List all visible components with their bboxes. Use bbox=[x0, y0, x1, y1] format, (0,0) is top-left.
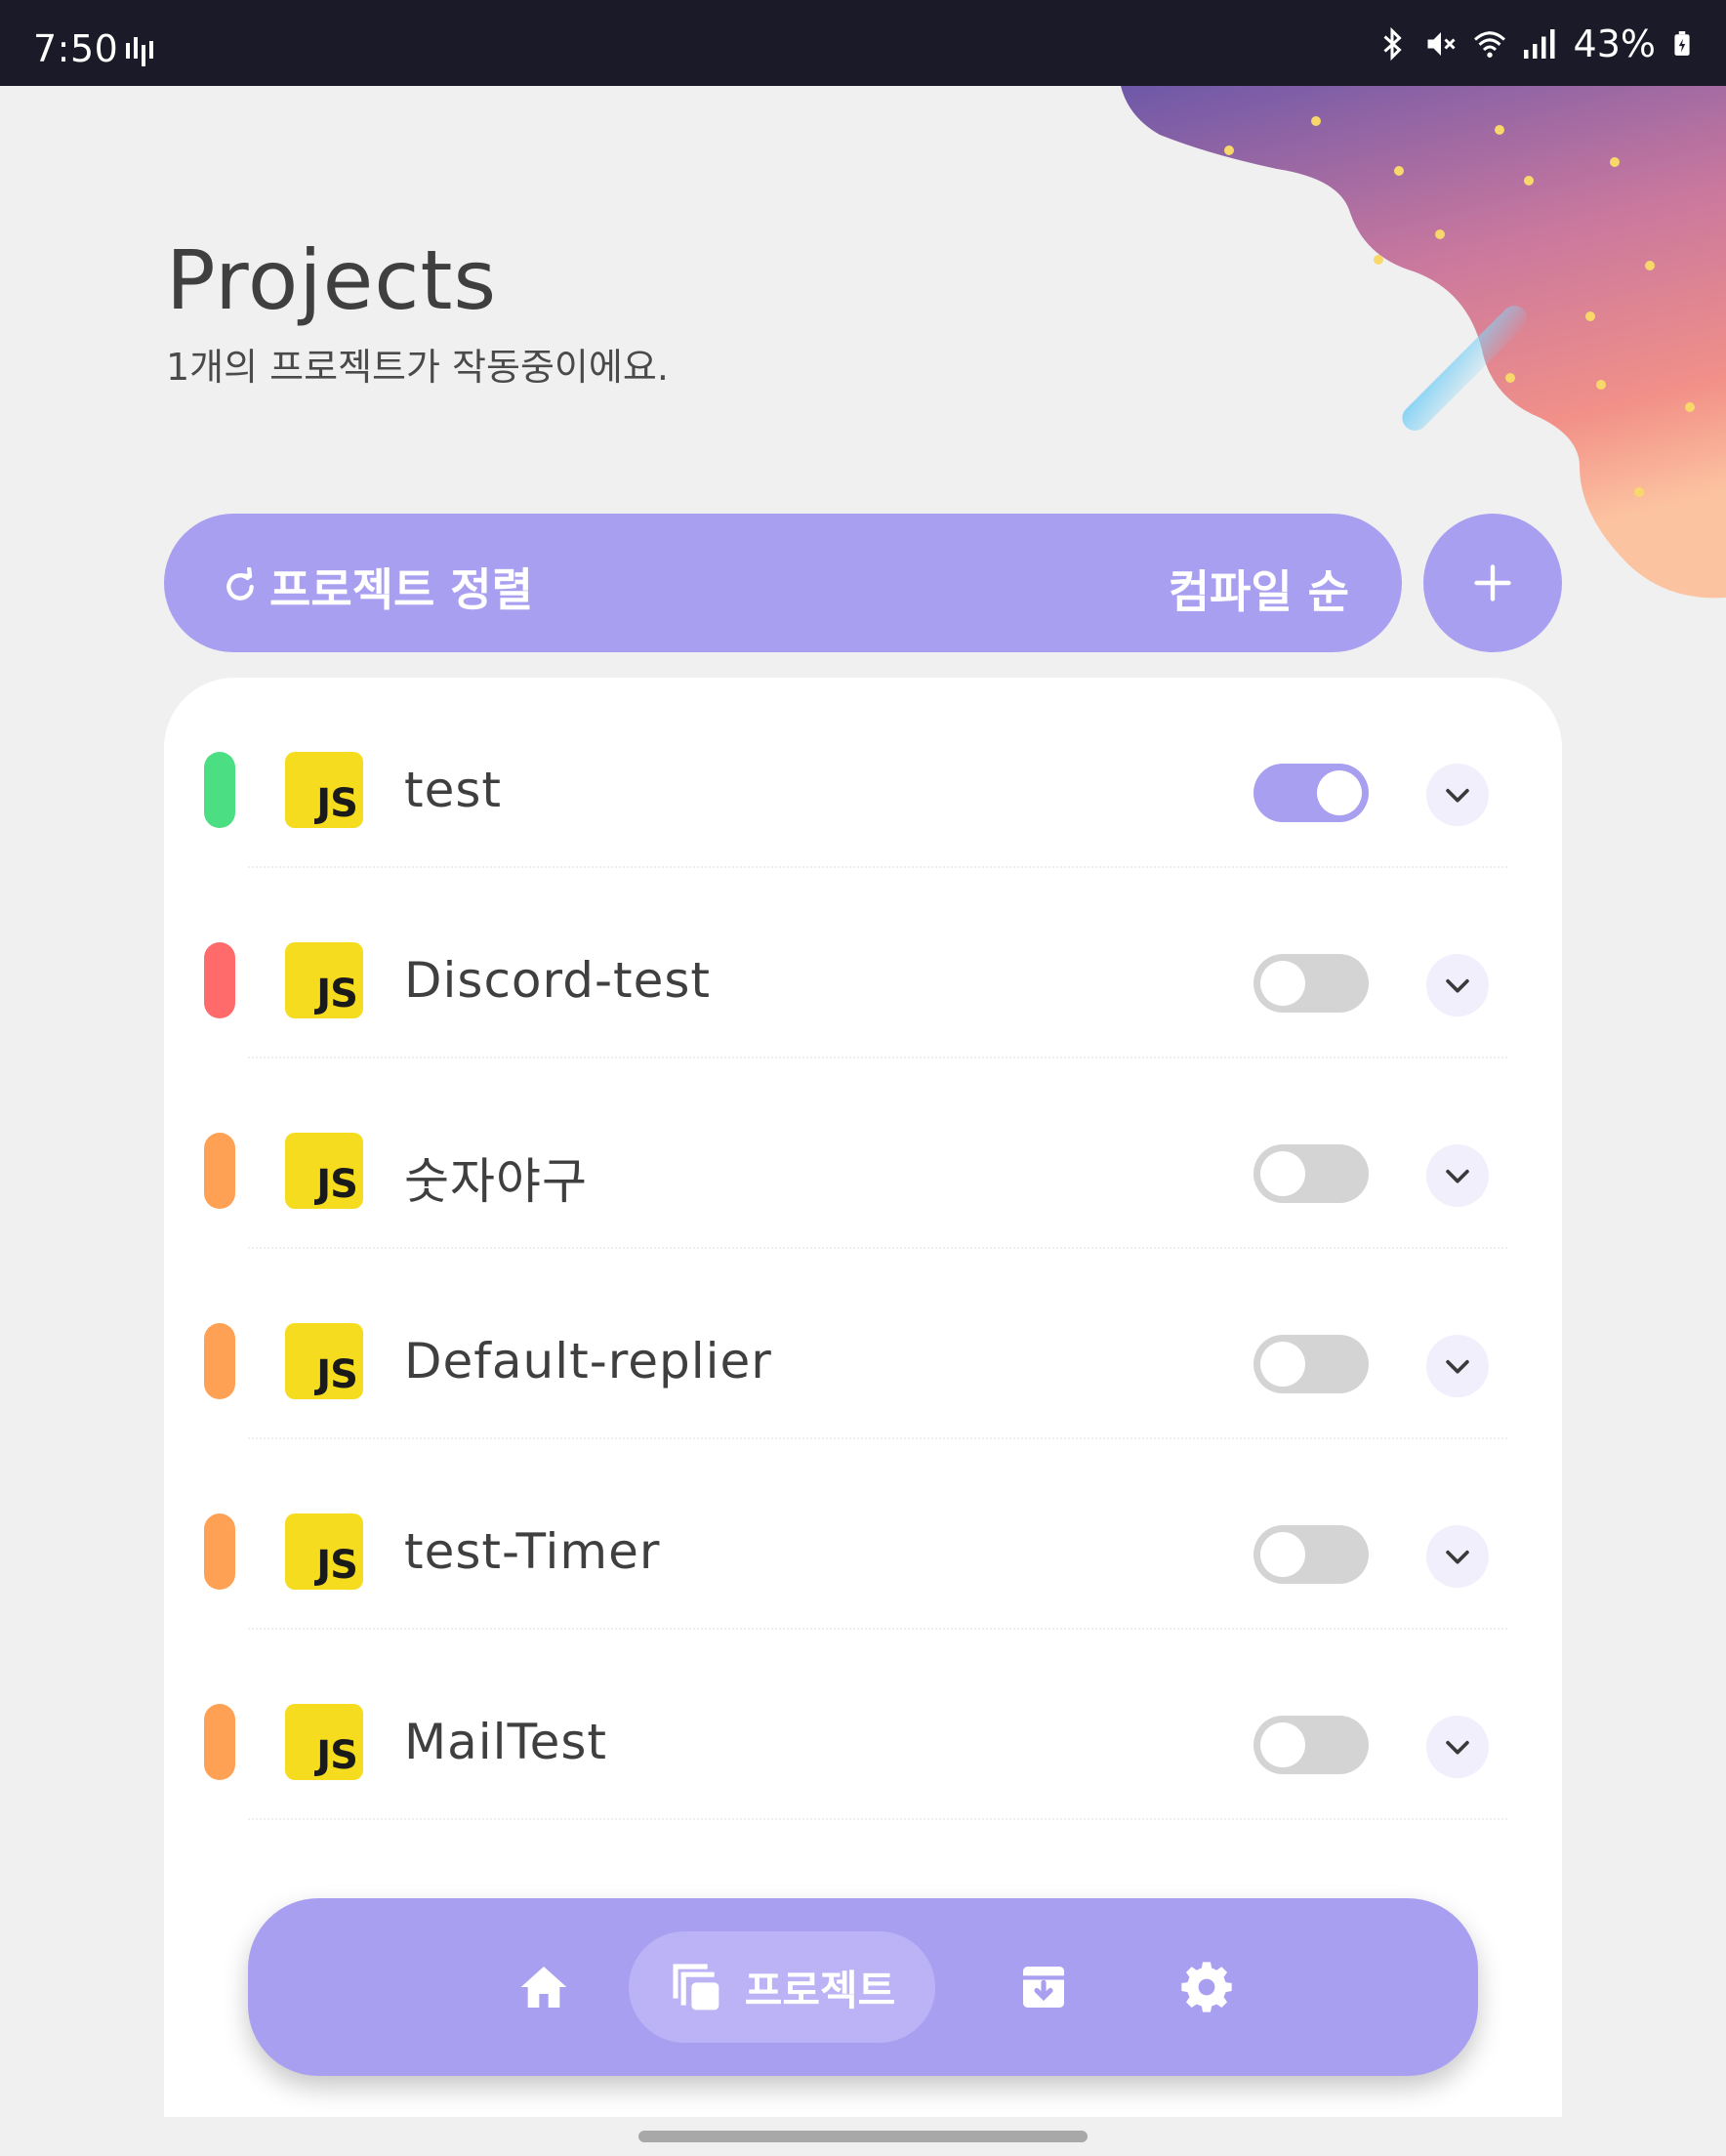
toggle-knob bbox=[1260, 1532, 1305, 1577]
bottom-navigation: 프로젝트 bbox=[248, 1898, 1478, 2076]
settings-icon bbox=[1181, 1962, 1232, 2012]
sort-projects-button[interactable]: 프로젝트 정렬 컴파일 순 bbox=[164, 514, 1402, 652]
project-name: 숫자야구 bbox=[404, 1153, 588, 1210]
expand-button[interactable] bbox=[1426, 764, 1489, 826]
project-name: MailTest bbox=[404, 1714, 608, 1770]
sort-mode: 컴파일 순 bbox=[1168, 565, 1349, 618]
language-label: JS bbox=[316, 1352, 358, 1397]
toggle-knob bbox=[1260, 1342, 1305, 1387]
project-status-indicator bbox=[204, 1133, 235, 1209]
sort-label: 프로젝트 정렬 bbox=[269, 563, 533, 616]
plus-icon bbox=[1474, 564, 1511, 601]
wifi-icon bbox=[1473, 31, 1505, 58]
expand-button[interactable] bbox=[1426, 1525, 1489, 1588]
project-status-indicator bbox=[204, 1323, 235, 1399]
javascript-icon: JS bbox=[285, 1133, 363, 1209]
chevron-down-icon bbox=[1446, 1740, 1469, 1755]
home-gesture-bar[interactable] bbox=[638, 2131, 1088, 2142]
refresh-icon bbox=[226, 567, 254, 601]
nav-archive[interactable] bbox=[1000, 1898, 1088, 2076]
project-row[interactable]: JS test bbox=[164, 678, 1562, 868]
language-label: JS bbox=[316, 972, 358, 1016]
chevron-down-icon bbox=[1446, 1169, 1469, 1183]
toggle-knob bbox=[1260, 1151, 1305, 1196]
chevron-down-icon bbox=[1446, 788, 1469, 803]
project-name: Default-replier bbox=[404, 1333, 772, 1389]
chevron-down-icon bbox=[1446, 978, 1469, 993]
status-icons: 43% bbox=[1375, 21, 1695, 66]
page-title: Projects bbox=[166, 232, 498, 328]
nav-projects[interactable]: 프로젝트 bbox=[629, 1931, 935, 2043]
nav-settings[interactable] bbox=[1163, 1898, 1251, 2076]
page-subtitle: 1개의 프로젝트가 작동중이에요. bbox=[166, 346, 669, 389]
project-status-indicator bbox=[204, 1513, 235, 1590]
project-name: test bbox=[404, 762, 503, 818]
expand-button[interactable] bbox=[1426, 1335, 1489, 1397]
status-bar: 7:50 43% bbox=[0, 0, 1726, 86]
expand-button[interactable] bbox=[1426, 954, 1489, 1016]
project-status-indicator bbox=[204, 752, 235, 828]
mute-icon bbox=[1427, 32, 1456, 56]
project-toggle[interactable] bbox=[1253, 764, 1369, 822]
javascript-icon: JS bbox=[285, 942, 363, 1018]
nav-home[interactable] bbox=[500, 1898, 588, 2076]
archive-icon bbox=[1023, 1967, 1064, 2008]
project-toggle[interactable] bbox=[1253, 1716, 1369, 1774]
projects-icon bbox=[673, 1964, 719, 2011]
project-status-indicator bbox=[204, 1704, 235, 1780]
battery-percent: 43% bbox=[1573, 22, 1656, 65]
status-time: 7:50 bbox=[33, 27, 119, 70]
signal-icon bbox=[1523, 29, 1555, 59]
sort-label-group: 프로젝트 정렬 bbox=[221, 555, 533, 619]
language-label: JS bbox=[316, 1733, 358, 1778]
project-row[interactable]: JS 숫자야구 bbox=[164, 1058, 1562, 1249]
project-toggle[interactable] bbox=[1253, 1525, 1369, 1584]
toggle-knob bbox=[1260, 1722, 1305, 1767]
chevron-down-icon bbox=[1446, 1359, 1469, 1374]
toggle-knob bbox=[1317, 770, 1362, 815]
project-row[interactable]: JS Default-replier bbox=[164, 1249, 1562, 1439]
language-label: JS bbox=[316, 1543, 358, 1588]
battery-charging-icon bbox=[1674, 31, 1690, 56]
row-divider bbox=[248, 1818, 1507, 1820]
add-project-button[interactable] bbox=[1423, 514, 1562, 652]
project-name: test-Timer bbox=[404, 1523, 661, 1580]
home-icon bbox=[520, 1967, 567, 2008]
language-label: JS bbox=[316, 1162, 358, 1207]
nav-projects-label: 프로젝트 bbox=[744, 1966, 896, 2014]
expand-button[interactable] bbox=[1426, 1144, 1489, 1207]
project-toggle[interactable] bbox=[1253, 1144, 1369, 1203]
toggle-knob bbox=[1260, 961, 1305, 1006]
chevron-down-icon bbox=[1446, 1550, 1469, 1564]
project-toggle[interactable] bbox=[1253, 1335, 1369, 1393]
javascript-icon: JS bbox=[285, 1323, 363, 1399]
language-label: JS bbox=[316, 781, 358, 826]
bluetooth-icon bbox=[1383, 26, 1402, 62]
project-name: Discord-test bbox=[404, 952, 712, 1009]
project-row[interactable]: JS Discord-test bbox=[164, 868, 1562, 1058]
project-toggle[interactable] bbox=[1253, 954, 1369, 1013]
project-status-indicator bbox=[204, 942, 235, 1018]
project-row[interactable]: JS test-Timer bbox=[164, 1439, 1562, 1630]
javascript-icon: JS bbox=[285, 1513, 363, 1590]
activity-icon bbox=[126, 37, 153, 66]
javascript-icon: JS bbox=[285, 1704, 363, 1780]
project-row[interactable]: JS MailTest bbox=[164, 1630, 1562, 1820]
javascript-icon: JS bbox=[285, 752, 363, 828]
expand-button[interactable] bbox=[1426, 1716, 1489, 1778]
